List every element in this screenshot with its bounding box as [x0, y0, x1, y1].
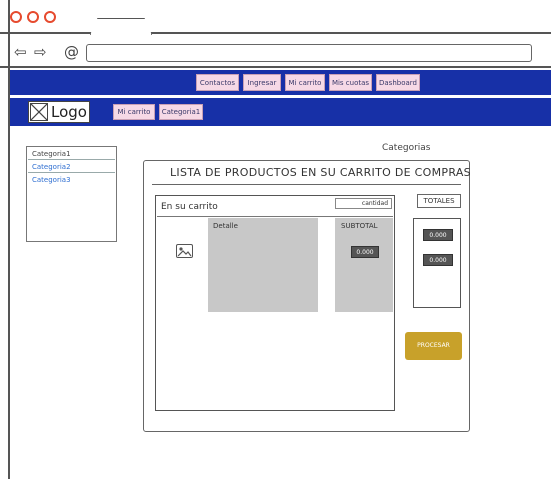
cart-label: En su carrito — [161, 202, 218, 212]
cart-divider — [157, 216, 393, 218]
window-dot-close[interactable] — [10, 11, 22, 23]
detail-label: Detalle — [213, 222, 238, 230]
nav-ingresar[interactable]: Ingresar — [243, 74, 281, 91]
browser-tab[interactable] — [90, 18, 152, 35]
nav-mis-cuotas[interactable]: Mis cuotas — [329, 74, 372, 91]
category-item-1[interactable]: Categoria1 — [28, 148, 115, 160]
window-dot-maximize[interactable] — [44, 11, 56, 23]
subnav-categoria1[interactable]: Categoria1 — [159, 104, 203, 120]
process-button[interactable]: PROCESAR — [405, 332, 462, 360]
page-title: LISTA DE PRODUCTOS EN SU CARRITO DE COMP… — [170, 166, 471, 179]
logo-text: Logo — [51, 103, 87, 121]
nav-contactos[interactable]: Contactos — [196, 74, 239, 91]
subtotal-column — [335, 218, 393, 312]
quantity-input[interactable]: cantidad — [335, 198, 392, 209]
back-arrow-icon[interactable]: ⇦ — [14, 43, 27, 61]
forward-arrow-icon[interactable]: ⇨ — [34, 43, 47, 61]
nav-dashboard[interactable]: Dashboard — [376, 74, 420, 91]
category-item-2[interactable]: Categoria2 — [28, 161, 115, 173]
window-dot-minimize[interactable] — [27, 11, 39, 23]
home-at-icon[interactable]: @ — [64, 43, 79, 61]
totals-label: TOTALES — [417, 194, 461, 208]
secondary-navbar — [10, 98, 551, 126]
title-divider — [152, 184, 461, 186]
nav-mi-carrito[interactable]: Mi carrito — [285, 74, 325, 91]
subtotal-value: 0.000 — [351, 246, 379, 258]
product-detail — [208, 218, 318, 312]
category-item-3[interactable]: Categoria3 — [28, 174, 115, 186]
browser-titlebar — [0, 0, 551, 34]
address-bar[interactable] — [86, 44, 532, 62]
total-value-1: 0.000 — [423, 229, 453, 241]
subnav-mi-carrito[interactable]: Mi carrito — [113, 104, 155, 120]
categories-title: Categorias — [382, 143, 431, 153]
subtotal-label: SUBTOTAL — [341, 222, 378, 230]
image-placeholder-icon — [30, 103, 48, 121]
product-image-icon — [176, 244, 193, 258]
total-value-2: 0.000 — [423, 254, 453, 266]
